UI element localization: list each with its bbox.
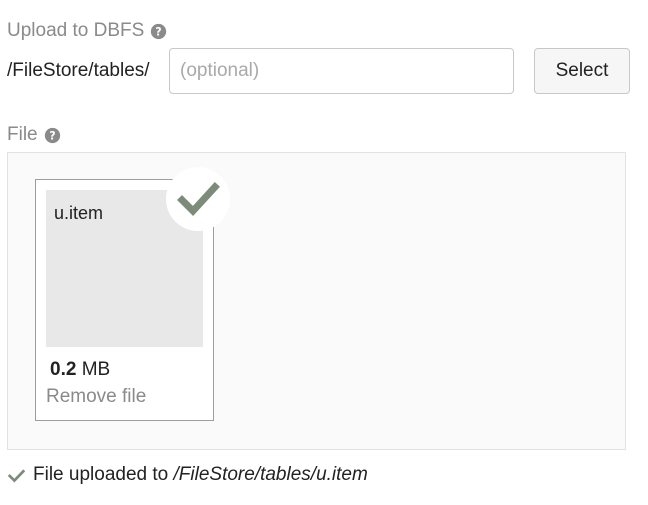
file-size: 0.2 MB — [50, 359, 110, 381]
status-path: /FileStore/tables/u.item — [173, 464, 368, 485]
upload-status: File uploaded to /FileStore/tables/u.ite… — [8, 464, 368, 486]
help-icon[interactable]: ? — [44, 127, 61, 144]
upload-file-form: Upload to DBFS ? /FileStore/tables/ Sele… — [0, 0, 648, 505]
status-message: File uploaded to — [33, 464, 169, 485]
file-label: File ? — [7, 124, 61, 146]
file-preview-card: u.item 0.2 MB Remove file — [35, 167, 230, 421]
remove-file-link[interactable]: Remove file — [46, 386, 146, 408]
file-name: u.item — [54, 203, 104, 223]
checkmark-icon — [177, 182, 220, 217]
upload-to-dbfs-label-text: Upload to DBFS — [7, 20, 145, 41]
status-text: File uploaded to /FileStore/tables/u.ite… — [33, 464, 368, 486]
upload-success-badge — [166, 167, 230, 231]
select-button[interactable]: Select — [534, 48, 630, 94]
help-icon[interactable]: ? — [150, 23, 167, 40]
file-label-text: File — [7, 124, 38, 145]
dbfs-path-input[interactable] — [169, 48, 514, 94]
checkmark-icon — [8, 467, 25, 484]
svg-text:?: ? — [49, 129, 55, 142]
dbfs-path-prefix: /FileStore/tables/ — [7, 60, 150, 81]
svg-text:?: ? — [156, 25, 162, 38]
file-size-value: 0.2 — [50, 359, 77, 380]
file-size-unit: MB — [81, 359, 111, 380]
upload-to-dbfs-label: Upload to DBFS ? — [7, 20, 167, 42]
